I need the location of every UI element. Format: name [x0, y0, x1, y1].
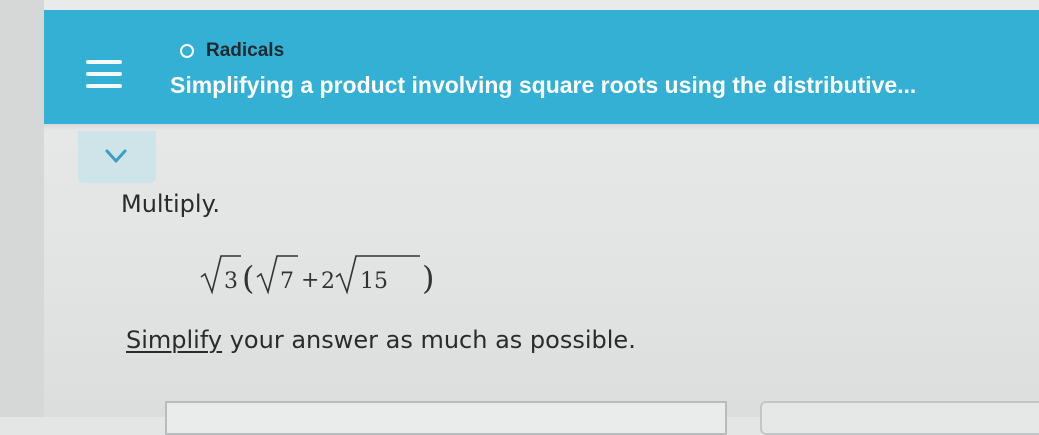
menu-button[interactable] [84, 58, 126, 94]
lesson-subtitle: Simplifying a product involving square r… [170, 72, 917, 98]
hamburger-menu-icon-bar [86, 72, 122, 76]
answer-tools-panel[interactable] [760, 401, 1039, 435]
hamburger-menu-icon-bar [86, 84, 122, 88]
hint-rest: your answer as much as possible. [222, 326, 636, 354]
hint-text: Simplify your answer as much as possible… [126, 326, 636, 354]
left-edge [0, 0, 44, 417]
topic-title: Radicals [206, 40, 285, 61]
topic-row: Radicals [180, 39, 284, 63]
close-paren: ) [422, 259, 434, 297]
topic-header [44, 10, 1039, 124]
open-paren: ( [242, 259, 254, 297]
problem-instruction: Multiply. [121, 190, 220, 218]
term1-radicand: 7 [280, 269, 294, 294]
outer-radicand: 3 [224, 269, 238, 294]
chevron-down-icon [105, 149, 127, 163]
math-expression: 3 ( 7 + 2 15 ) [197, 244, 447, 300]
simplify-link[interactable]: Simplify [126, 326, 222, 354]
term2-radicand: 15 [360, 269, 388, 294]
answer-input[interactable] [165, 401, 727, 435]
coefficient: 2 [321, 269, 335, 294]
plus-operator: + [301, 268, 319, 293]
collapse-toggle-button[interactable] [78, 131, 156, 183]
header-shadow [44, 124, 1039, 130]
radio-circle-icon [180, 44, 194, 58]
hamburger-menu-icon [86, 60, 122, 64]
